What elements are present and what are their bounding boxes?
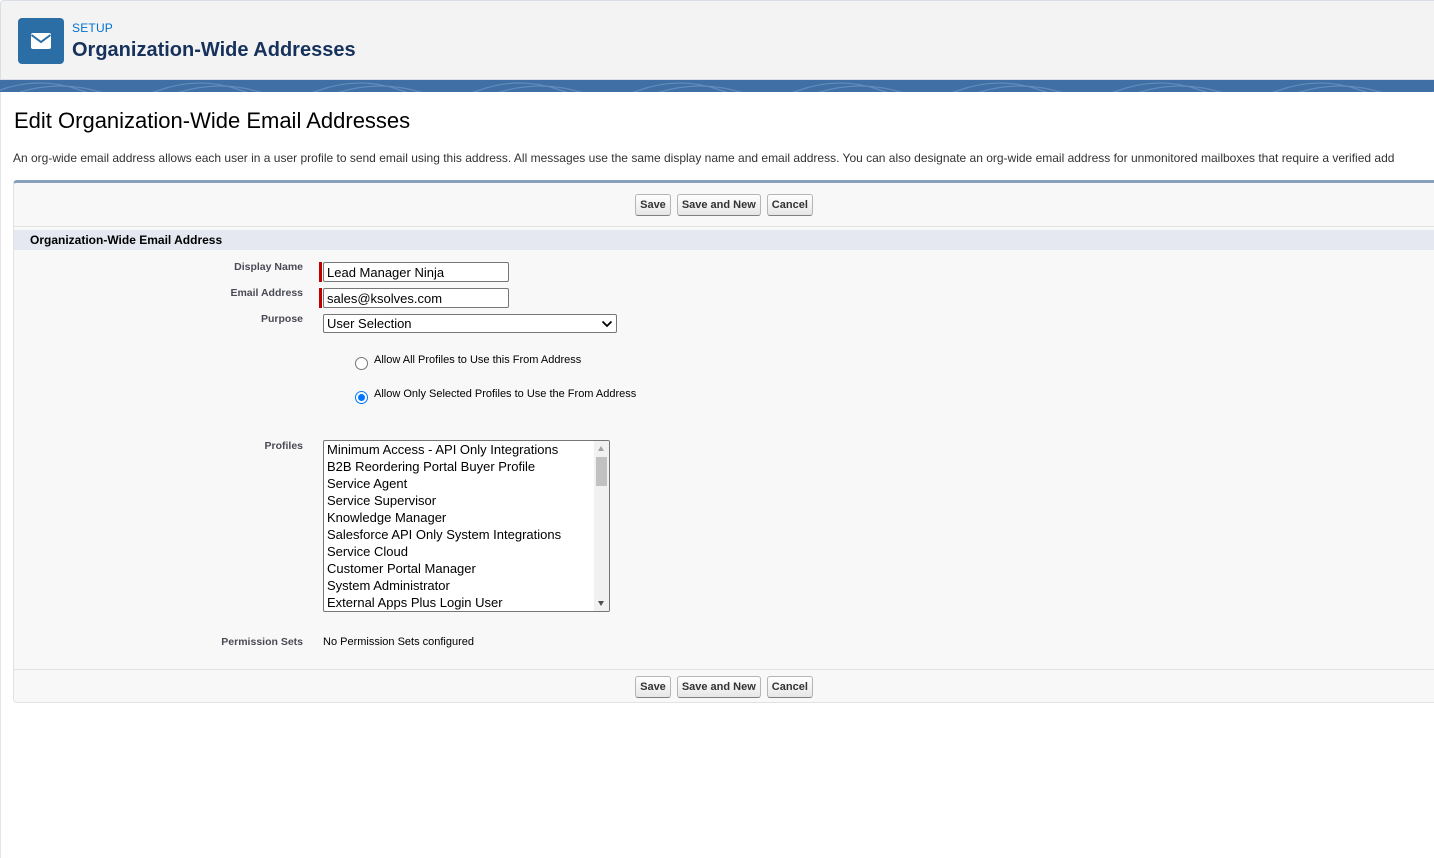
profile-option[interactable]: Service Supervisor (324, 492, 594, 509)
scroll-thumb[interactable] (596, 457, 607, 486)
profile-option[interactable]: B2B Reordering Portal Buyer Profile (324, 458, 594, 475)
display-name-input[interactable] (323, 262, 509, 282)
profile-option[interactable]: External Apps Plus Login User (324, 594, 594, 611)
required-indicator (319, 262, 322, 282)
scroll-up-icon[interactable] (598, 446, 604, 451)
profile-option[interactable]: Service Cloud (324, 543, 594, 560)
allow-all-profiles-radio[interactable] (355, 357, 368, 370)
allow-selected-profiles-option[interactable]: Allow Only Selected Profiles to Use the … (355, 388, 636, 404)
permission-sets-value: No Permission Sets configured (323, 636, 475, 648)
profile-option[interactable]: Customer Portal Manager (324, 560, 594, 577)
allow-all-profiles-label: Allow All Profiles to Use this From Addr… (374, 354, 582, 366)
header-title: Organization-Wide Addresses (72, 39, 356, 61)
email-icon (18, 18, 64, 64)
profiles-list: Minimum Access - API Only Integrations B… (324, 441, 594, 611)
setup-header: SETUP Organization-Wide Addresses (0, 0, 1434, 80)
allow-selected-profiles-radio[interactable] (355, 391, 368, 404)
save-and-new-button[interactable]: Save and New (676, 676, 761, 698)
cancel-button[interactable]: Cancel (766, 193, 813, 216)
chevron-down-icon (601, 318, 613, 330)
profile-option[interactable]: Minimum Access - API Only Integrations (324, 441, 594, 458)
edit-form: Save Save and New Cancel Organization-Wi… (13, 180, 1434, 703)
profiles-label: Profiles (264, 440, 303, 452)
profile-option[interactable]: Knowledge Manager (324, 509, 594, 526)
profile-option[interactable]: System Administrator (324, 577, 594, 594)
profiles-listbox[interactable]: Minimum Access - API Only Integrations B… (323, 440, 610, 612)
purpose-selected-value: User Selection (327, 316, 412, 331)
display-name-label: Display Name (234, 261, 303, 273)
cancel-button[interactable]: Cancel (766, 676, 813, 698)
required-indicator (319, 288, 322, 308)
top-button-row: Save Save and New Cancel (14, 183, 1434, 227)
profiles-scrollbar[interactable] (594, 441, 609, 611)
save-button[interactable]: Save (635, 193, 671, 216)
save-and-new-button[interactable]: Save and New (676, 193, 761, 216)
section-header: Organization-Wide Email Address (14, 230, 1434, 250)
profile-option[interactable]: Service Agent (324, 475, 594, 492)
header-eyebrow: SETUP (72, 21, 114, 35)
left-border (0, 92, 1, 858)
page-description: An org-wide email address allows each us… (13, 151, 1395, 165)
allow-all-profiles-option[interactable]: Allow All Profiles to Use this From Addr… (355, 354, 581, 370)
purpose-label: Purpose (260, 313, 303, 325)
profile-option[interactable]: Salesforce API Only System Integrations (324, 526, 594, 543)
email-address-input[interactable] (323, 288, 509, 308)
permission-sets-label: Permission Sets (221, 636, 303, 648)
purpose-select[interactable]: User Selection (323, 314, 617, 333)
bottom-button-row: Save Save and New Cancel (14, 669, 1434, 704)
header-decorative-band (0, 80, 1434, 92)
save-button[interactable]: Save (635, 676, 671, 698)
scroll-down-icon[interactable] (598, 601, 604, 606)
email-address-label: Email Address (230, 287, 303, 299)
allow-selected-profiles-label: Allow Only Selected Profiles to Use the … (374, 388, 637, 400)
page-title: Edit Organization-Wide Email Addresses (14, 108, 411, 133)
